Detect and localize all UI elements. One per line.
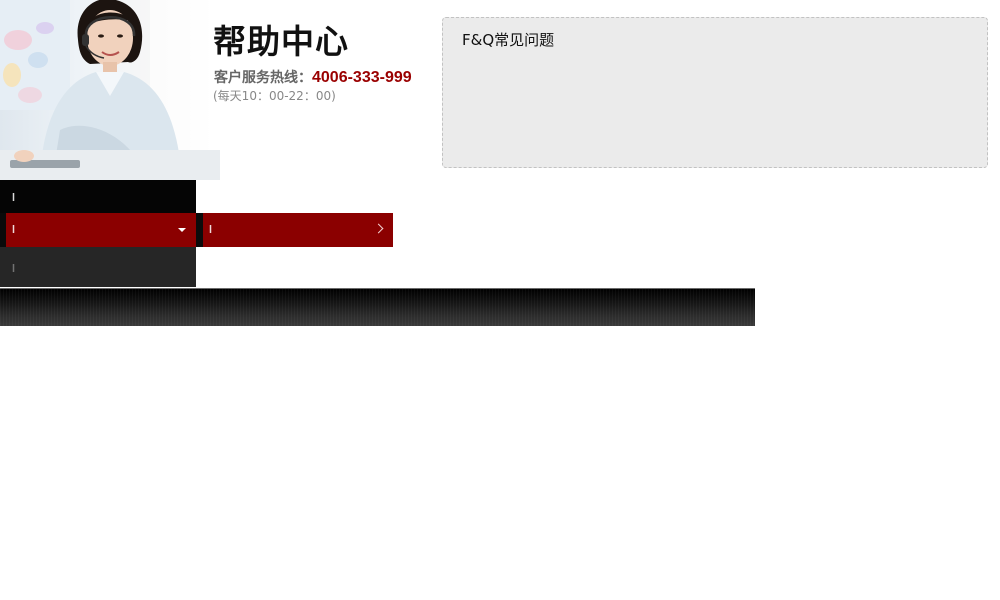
grip-icon — [12, 264, 15, 272]
grip-icon — [12, 225, 15, 233]
menu-item-dark[interactable] — [0, 247, 196, 287]
menu-item-dropdown[interactable] — [6, 213, 196, 247]
caret-down-icon — [178, 228, 186, 232]
content-header-bar — [0, 288, 755, 326]
help-center-page: 帮助中心 客户服务热线：4006-333-999 (每天10：00-22：00)… — [0, 0, 1000, 600]
grip-icon — [12, 193, 15, 201]
hotline-label: 客户服务热线： — [214, 70, 312, 86]
chevron-right-icon — [373, 223, 384, 234]
grip-icon — [209, 225, 212, 233]
menu-separator — [196, 213, 203, 247]
faq-panel: F&Q常见问题 — [442, 17, 988, 168]
menu-item-top[interactable] — [0, 180, 196, 213]
agent-illustration — [0, 0, 220, 180]
hotline-number: 4006-333-999 — [312, 69, 412, 86]
page-title: 帮助中心 — [213, 22, 349, 61]
faq-title: F&Q常见问题 — [462, 31, 555, 49]
hotline-row: 客户服务热线：4006-333-999 — [214, 67, 412, 87]
service-hours: (每天10：00-22：00) — [213, 89, 336, 103]
submenu-item[interactable] — [203, 213, 393, 247]
customer-service-photo — [0, 0, 220, 180]
